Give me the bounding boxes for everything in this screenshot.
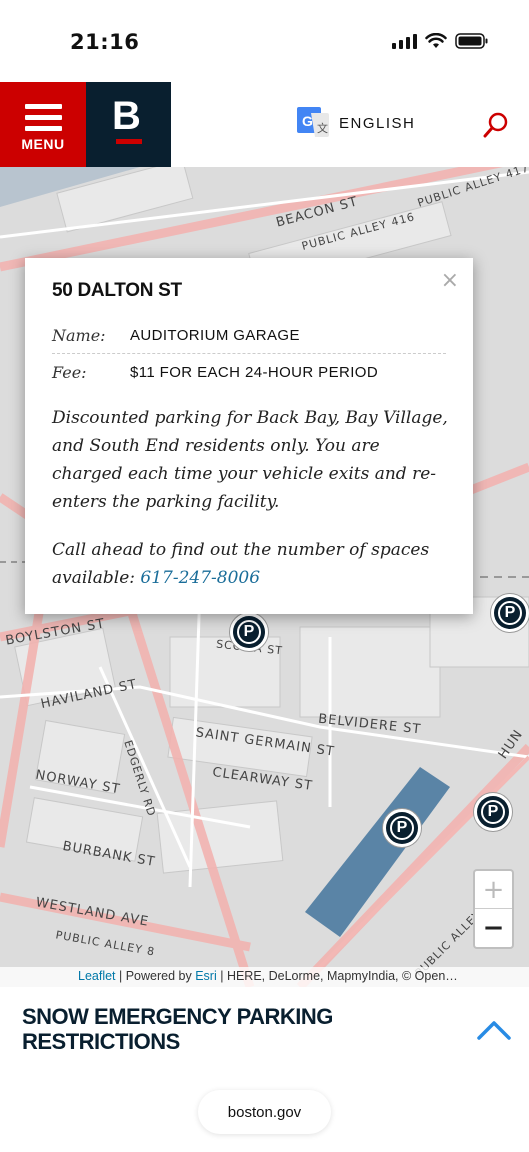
hamburger-icon <box>25 104 62 137</box>
status-icons <box>392 33 489 49</box>
fee-row: Fee: $11 FOR EACH 24-HOUR PERIOD <box>52 355 446 391</box>
name-row: Name: AUDITORIUM GARAGE <box>52 318 446 354</box>
status-bar: 21:16 <box>0 0 529 82</box>
popup-description: Discounted parking for Back Bay, Bay Vil… <box>52 408 448 512</box>
name-label: Name: <box>52 326 106 345</box>
parking-icon: P <box>481 800 505 824</box>
logo-letter: B <box>112 94 141 138</box>
cellular-signal-icon <box>392 33 417 49</box>
menu-button[interactable]: MENU <box>0 82 86 167</box>
parking-popup: × 50 DALTON ST Name: AUDITORIUM GARAGE F… <box>25 258 473 614</box>
google-translate-icon: G 文 <box>297 107 329 137</box>
esri-link[interactable]: Esri <box>195 969 217 983</box>
logo-underline <box>116 139 142 144</box>
status-time: 21:16 <box>70 30 140 54</box>
parking-pin[interactable]: P <box>474 793 512 831</box>
chevron-up-icon[interactable] <box>476 1018 512 1042</box>
parking-pin[interactable]: P <box>230 613 268 651</box>
name-value: AUDITORIUM GARAGE <box>130 327 300 344</box>
close-icon[interactable]: × <box>441 268 459 293</box>
language-label: ENGLISH <box>339 114 416 132</box>
svg-text:文: 文 <box>317 121 328 135</box>
wifi-icon <box>425 33 447 48</box>
parking-pin[interactable]: P <box>491 594 529 632</box>
phone-link[interactable]: 617-247-8006 <box>140 568 260 588</box>
zoom-in-button[interactable]: + <box>475 871 512 909</box>
fee-value: $11 FOR EACH 24-HOUR PERIOD <box>130 364 379 381</box>
attribution-text: | Powered by <box>115 969 196 983</box>
fee-label: Fee: <box>52 363 87 382</box>
site-header: MENU B G 文 ENGLISH <box>0 82 529 167</box>
search-icon[interactable] <box>482 111 510 139</box>
boston-logo[interactable]: B <box>86 82 171 167</box>
zoom-control: + − <box>473 869 514 949</box>
battery-icon <box>455 33 488 49</box>
section-title[interactable]: SNOW EMERGENCY PARKING RESTRICTIONS <box>22 1004 442 1054</box>
parking-icon: P <box>390 816 414 840</box>
map-attribution: Leaflet | Powered by Esri | HERE, DeLorm… <box>0 967 529 987</box>
popup-call-ahead: Call ahead to find out the number of spa… <box>52 536 452 592</box>
language-selector[interactable]: G 文 ENGLISH <box>297 107 415 139</box>
zoom-out-button[interactable]: − <box>475 909 512 947</box>
attribution-text: | HERE, DeLorme, MapmyIndia, © Open… <box>216 969 458 983</box>
parking-icon: P <box>498 601 522 625</box>
parking-icon: P <box>237 620 261 644</box>
popup-title: 50 DALTON ST <box>52 280 182 301</box>
browser-url-bar[interactable]: boston.gov <box>198 1090 331 1134</box>
parking-pin[interactable]: P <box>383 809 421 847</box>
leaflet-link[interactable]: Leaflet <box>78 969 116 983</box>
menu-label: MENU <box>21 136 65 152</box>
svg-text:G: G <box>302 113 313 129</box>
